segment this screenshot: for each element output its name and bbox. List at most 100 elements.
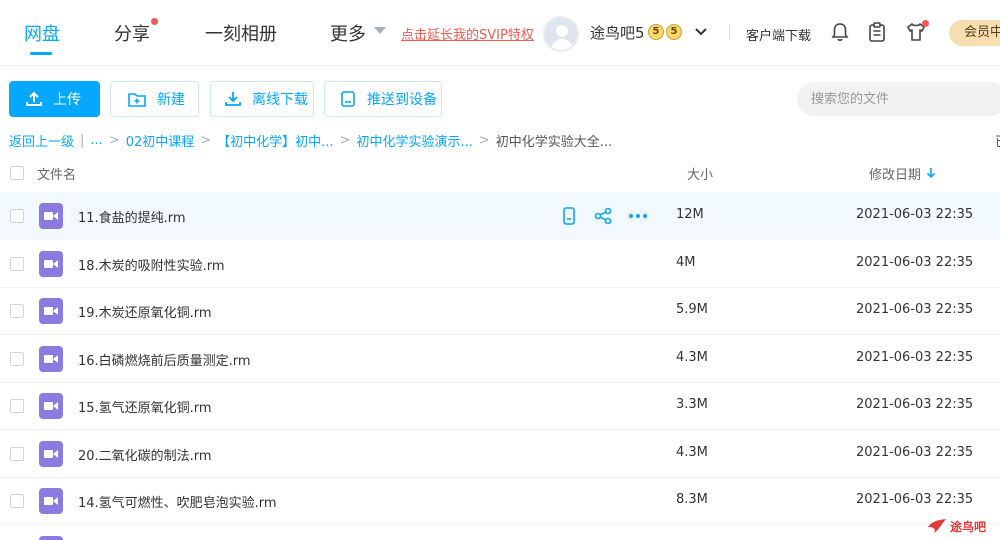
file-date: 2021-06-03 22:35 (856, 492, 974, 507)
file-size: 4.3M (676, 350, 708, 365)
new-folder-icon (128, 93, 146, 107)
svip-renew-link[interactable]: 点击延长我的SVIP特权 (401, 24, 534, 43)
row-checkbox[interactable] (10, 447, 24, 461)
push-to-device-button[interactable]: 推送到设备 (324, 81, 442, 117)
video-file-icon (39, 393, 63, 419)
theme-notification-dot (922, 20, 929, 27)
top-nav: 网盘 分享 一刻相册 更多 点击延长我的SVIP特权 途鸟吧5 5 5 客户端下… (0, 0, 1000, 66)
download-icon (225, 92, 241, 106)
device-icon (341, 91, 355, 107)
bell-icon[interactable] (829, 21, 851, 43)
more-chevron-icon[interactable] (374, 27, 386, 34)
file-date: 2021-06-03 22:35 (856, 350, 974, 365)
avatar[interactable] (543, 16, 579, 52)
upload-button[interactable]: 上传 (9, 81, 100, 117)
column-name[interactable]: 文件名 (37, 164, 76, 183)
offline-download-button[interactable]: 离线下载 (210, 81, 314, 117)
file-date: 2021-06-03 22:35 (856, 302, 974, 317)
search-box[interactable] (797, 82, 1000, 116)
table-row[interactable]: 14.氢气可燃性、吹肥皂泡实验.rm 8.3M 2021-06-03 22:35 (0, 477, 1000, 525)
nav-tab-netdisk[interactable]: 网盘 (24, 20, 60, 46)
watermark-logo: 途鸟吧 (926, 512, 1000, 540)
breadcrumb-ellipsis[interactable]: ... (90, 133, 102, 148)
table-row[interactable]: 15.氢气还原氧化铜.rm 3.3M 2021-06-03 22:35 (0, 382, 1000, 430)
bird-logo-icon (928, 519, 946, 533)
breadcrumb-item[interactable]: 02初中课程 (126, 131, 195, 150)
row-checkbox[interactable] (10, 304, 24, 318)
video-file-icon (39, 536, 63, 540)
breadcrumb-separator: > (108, 133, 120, 148)
new-folder-button[interactable]: 新建 (110, 81, 199, 117)
row-checkbox[interactable] (10, 399, 24, 413)
divider (729, 24, 730, 40)
clipboard-icon[interactable] (866, 21, 888, 43)
breadcrumb-item[interactable]: 【初中化学】初中... (217, 131, 333, 150)
table-row[interactable]: 11.食盐的提纯.rm 12M 2021-06-03 22:35 (0, 192, 1000, 240)
client-download-link[interactable]: 客户端下载 (746, 25, 811, 44)
offline-download-label: 离线下载 (252, 92, 308, 108)
video-file-icon (39, 441, 63, 467)
upload-icon (26, 91, 42, 106)
video-file-icon (39, 488, 63, 514)
breadcrumb-back[interactable]: 返回上一级 (9, 131, 74, 150)
row-actions (559, 206, 649, 226)
table-row[interactable] (0, 525, 1000, 540)
table-row[interactable]: 19.木炭还原氧化铜.rm 5.9M 2021-06-03 22:35 (0, 287, 1000, 335)
share-notification-dot (151, 18, 158, 25)
file-date: 2021-06-03 22:35 (856, 255, 974, 270)
select-all-checkbox[interactable] (10, 166, 24, 180)
row-checkbox[interactable] (10, 257, 24, 271)
video-file-icon (39, 251, 63, 277)
file-name[interactable]: 19.木炭还原氧化铜.rm (78, 302, 212, 321)
chevron-down-icon[interactable] (693, 24, 709, 40)
nav-tab-more[interactable]: 更多 (330, 20, 366, 46)
column-date[interactable]: 修改日期 (869, 164, 921, 183)
level-badge: 5 (648, 24, 664, 40)
file-name[interactable]: 14.氢气可燃性、吹肥皂泡实验.rm (78, 492, 277, 511)
file-size: 3.3M (676, 397, 708, 412)
nav-tab-share[interactable]: 分享 (114, 20, 150, 46)
file-date: 2021-06-03 22:35 (856, 397, 974, 412)
breadcrumb: 返回上一级 | ... > 02初中课程 > 【初中化学】初中... > 初中化… (9, 131, 612, 150)
file-name[interactable]: 11.食盐的提纯.rm (78, 207, 186, 226)
table-row[interactable]: 20.二氧化碳的制法.rm 4.3M 2021-06-03 22:35 (0, 430, 1000, 478)
file-date: 2021-06-03 22:35 (856, 445, 974, 460)
file-size: 5.9M (676, 302, 708, 317)
file-name[interactable]: 15.氢气还原氧化铜.rm (78, 397, 212, 416)
file-size: 12M (676, 207, 704, 222)
username[interactable]: 途鸟吧5 (590, 22, 645, 43)
search-input[interactable] (811, 82, 991, 116)
video-file-icon (39, 346, 63, 372)
row-checkbox[interactable] (10, 209, 24, 223)
sort-desc-icon[interactable] (926, 167, 936, 179)
breadcrumb-item[interactable]: 初中化学实验演示... (356, 131, 472, 150)
table-row[interactable]: 16.白磷燃烧前后质量测定.rm 4.3M 2021-06-03 22:35 (0, 335, 1000, 383)
share-icon[interactable] (593, 206, 613, 226)
push-device-icon[interactable] (559, 206, 579, 226)
level-badge: 5 (666, 24, 682, 40)
table-row[interactable]: 18.木炭的吸附性实验.rm 4M 2021-06-03 22:35 (0, 240, 1000, 288)
table-header: 文件名 大小 修改日期 (0, 155, 1000, 191)
file-size: 4M (676, 255, 696, 270)
file-name[interactable]: 20.二氧化碳的制法.rm (78, 445, 212, 464)
breadcrumb-separator: > (478, 133, 490, 148)
row-checkbox[interactable] (10, 494, 24, 508)
vip-center-button[interactable]: 会员中 (949, 20, 1000, 46)
file-size: 4.3M (676, 445, 708, 460)
push-to-device-label: 推送到设备 (367, 92, 437, 108)
breadcrumb-separator: > (339, 133, 351, 148)
breadcrumb-current: 初中化学实验大全... (495, 135, 613, 150)
video-file-icon (39, 203, 63, 229)
breadcrumb-separator: > (200, 133, 212, 148)
watermark-text: 途鸟吧 (950, 519, 987, 534)
row-checkbox[interactable] (10, 352, 24, 366)
more-icon[interactable] (627, 206, 649, 226)
nav-tab-album[interactable]: 一刻相册 (205, 20, 277, 46)
file-date: 2021-06-03 22:35 (856, 207, 974, 222)
file-name[interactable]: 16.白磷燃烧前后质量测定.rm (78, 350, 251, 369)
file-name[interactable]: 18.木炭的吸附性实验.rm (78, 255, 225, 274)
upload-label: 上传 (53, 92, 81, 108)
new-folder-label: 新建 (157, 92, 185, 108)
file-size: 8.3M (676, 492, 708, 507)
column-size[interactable]: 大小 (687, 164, 713, 183)
